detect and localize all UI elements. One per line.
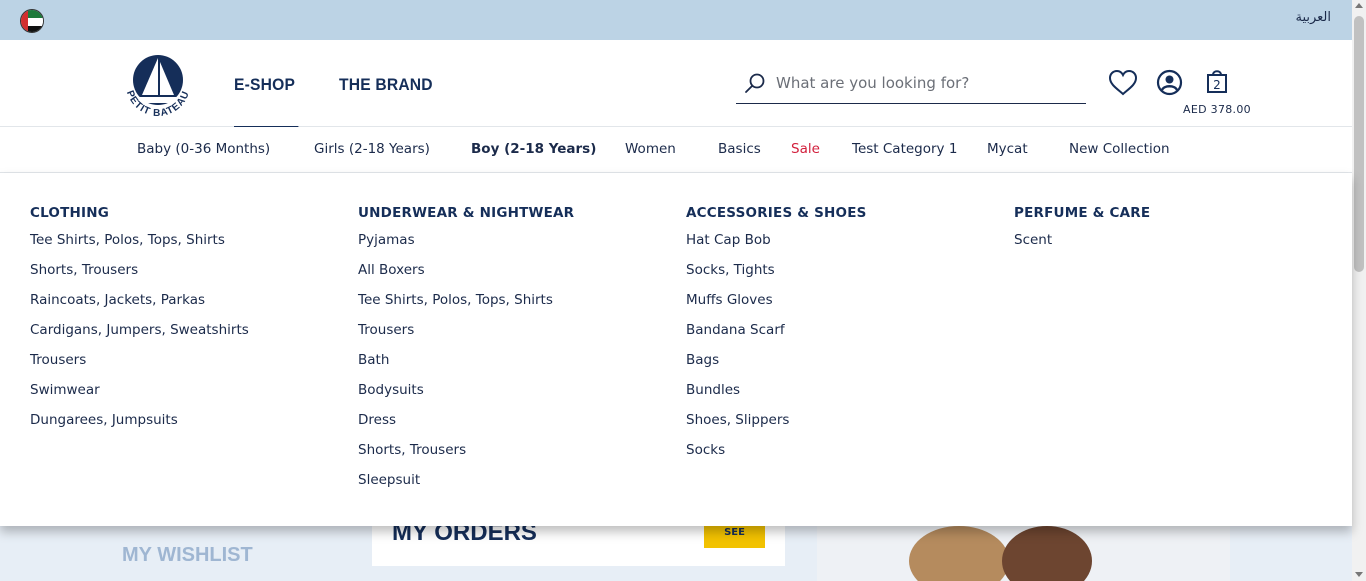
- top-strip: العربية: [0, 0, 1352, 40]
- menu-link[interactable]: Bags: [686, 352, 867, 382]
- menu-link[interactable]: Trousers: [30, 352, 249, 382]
- menu-heading-accessories[interactable]: ACCESSORIES & SHOES: [686, 205, 867, 221]
- menu-link[interactable]: Shorts, Trousers: [358, 442, 574, 472]
- menu-link[interactable]: Cardigans, Jumpers, Sweatshirts: [30, 322, 249, 352]
- menu-link[interactable]: Bandana Scarf: [686, 322, 867, 352]
- menu-link[interactable]: Bath: [358, 352, 574, 382]
- category-girls[interactable]: Girls (2-18 Years): [314, 141, 430, 157]
- menu-link[interactable]: Socks: [686, 442, 867, 472]
- petit-bateau-logo[interactable]: PETIT BATEAU: [118, 48, 198, 124]
- category-mycat[interactable]: Mycat: [987, 141, 1028, 157]
- menu-link[interactable]: Trousers: [358, 322, 574, 352]
- menu-link[interactable]: Shorts, Trousers: [30, 262, 249, 292]
- cart-count-badge: 2: [1213, 78, 1221, 92]
- category-test-category-1[interactable]: Test Category 1: [852, 141, 957, 157]
- menu-column-underwear: UNDERWEAR & NIGHTWEAR Pyjamas All Boxers…: [358, 205, 574, 502]
- arabic-language-link[interactable]: العربية: [1295, 10, 1331, 25]
- my-orders-card: MY ORDERS SEE: [372, 519, 785, 566]
- mega-menu-boy: CLOTHING Tee Shirts, Polos, Tops, Shirts…: [0, 173, 1352, 526]
- scroll-up-arrow-icon[interactable]: [1355, 3, 1363, 8]
- menu-link[interactable]: All Boxers: [358, 262, 574, 292]
- menu-link[interactable]: Pyjamas: [358, 232, 574, 262]
- menu-link[interactable]: Scent: [1014, 232, 1150, 262]
- menu-column-perfume: PERFUME & CARE Scent: [1014, 205, 1150, 262]
- category-boy[interactable]: Boy (2-18 Years): [471, 141, 596, 157]
- nav-the-brand[interactable]: THE BRAND: [339, 40, 433, 127]
- uae-flag-icon[interactable]: [20, 9, 44, 33]
- menu-link[interactable]: Shoes, Slippers: [686, 412, 867, 442]
- menu-heading-clothing[interactable]: CLOTHING: [30, 205, 249, 221]
- search-bar: [736, 62, 1086, 104]
- menu-link[interactable]: Bodysuits: [358, 382, 574, 412]
- menu-heading-underwear[interactable]: UNDERWEAR & NIGHTWEAR: [358, 205, 574, 221]
- scroll-thumb[interactable]: [1354, 16, 1364, 272]
- category-basics[interactable]: Basics: [718, 141, 761, 157]
- menu-link[interactable]: Tee Shirts, Polos, Tops, Shirts: [30, 232, 249, 262]
- account-dashboard: MY WISHLIST MY ORDERS SEE: [0, 519, 1352, 581]
- menu-link[interactable]: Raincoats, Jackets, Parkas: [30, 292, 249, 322]
- child-photo-left: [909, 526, 1009, 581]
- menu-column-clothing: CLOTHING Tee Shirts, Polos, Tops, Shirts…: [30, 205, 249, 442]
- menu-heading-perfume[interactable]: PERFUME & CARE: [1014, 205, 1150, 221]
- account-user-icon[interactable]: [1156, 69, 1183, 100]
- page-scrollbar[interactable]: [1352, 0, 1366, 581]
- menu-link[interactable]: Dungarees, Jumpsuits: [30, 412, 249, 442]
- menu-link[interactable]: Swimwear: [30, 382, 249, 412]
- menu-link[interactable]: Dress: [358, 412, 574, 442]
- search-input[interactable]: [776, 72, 1076, 94]
- menu-column-accessories: ACCESSORIES & SHOES Hat Cap Bob Socks, T…: [686, 205, 867, 472]
- menu-link[interactable]: Hat Cap Bob: [686, 232, 867, 262]
- menu-link[interactable]: Muffs Gloves: [686, 292, 867, 322]
- my-wishlist-title: MY WISHLIST: [122, 544, 253, 566]
- site-header: PETIT BATEAU E-SHOP THE BRAND What are y…: [0, 40, 1352, 128]
- promo-photo: [817, 526, 1230, 581]
- main-nav: E-SHOP THE BRAND: [234, 40, 441, 128]
- child-photo-right: [1002, 526, 1092, 581]
- menu-link[interactable]: Tee Shirts, Polos, Tops, Shirts: [358, 292, 574, 322]
- category-new-collection[interactable]: New Collection: [1069, 141, 1170, 157]
- category-nav: Baby (0-36 Months) Girls (2-18 Years) Bo…: [0, 127, 1352, 173]
- scroll-down-arrow-icon[interactable]: [1355, 572, 1363, 577]
- menu-link[interactable]: Sleepsuit: [358, 472, 574, 502]
- menu-link[interactable]: Socks, Tights: [686, 262, 867, 292]
- menu-link[interactable]: Bundles: [686, 382, 867, 412]
- see-orders-button[interactable]: SEE: [704, 526, 765, 548]
- nav-eshop[interactable]: E-SHOP: [234, 40, 300, 128]
- cart-total[interactable]: AED 378.00: [1183, 103, 1251, 116]
- wishlist-heart-icon[interactable]: [1108, 69, 1138, 101]
- search-icon[interactable]: [744, 72, 766, 98]
- category-women[interactable]: Women: [625, 141, 676, 157]
- category-baby[interactable]: Baby (0-36 Months): [137, 141, 270, 157]
- cart-bag-icon[interactable]: 2: [1206, 68, 1228, 98]
- category-sale[interactable]: Sale: [791, 141, 820, 157]
